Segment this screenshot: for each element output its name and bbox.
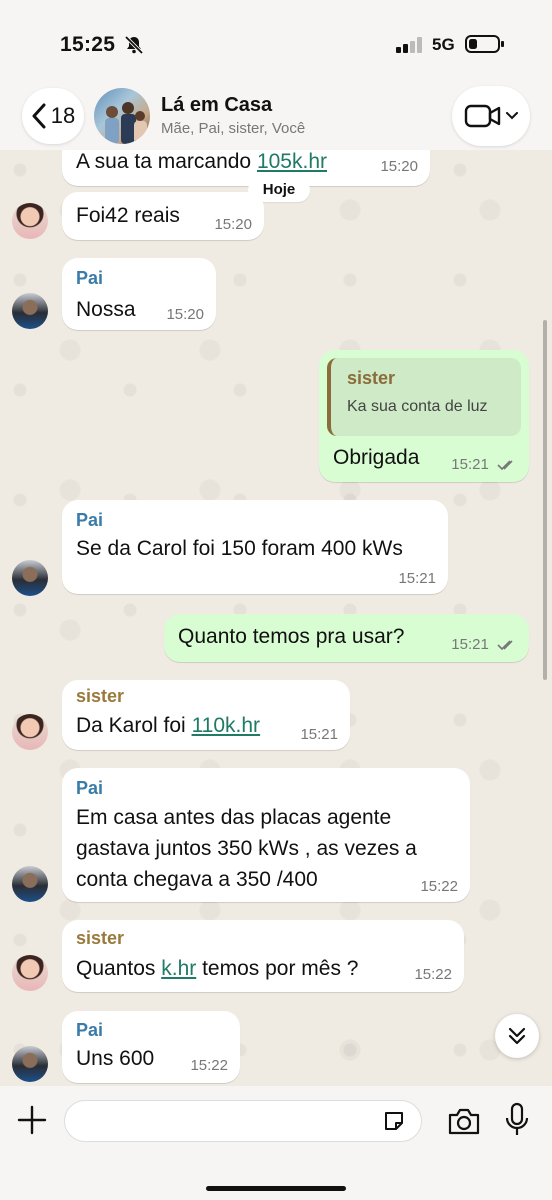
message-link[interactable]: 105k.hr (257, 150, 327, 173)
message-bubble[interactable]: Pai Em casa antes das placas agente gast… (62, 768, 470, 902)
message-bubble[interactable]: Foi42 reais 15:20 (62, 192, 264, 240)
message-text: Se da Carol foi 150 foram 400 kWs (76, 537, 403, 560)
sender-name[interactable]: Pai (76, 268, 103, 289)
sender-name[interactable]: Pai (76, 778, 103, 799)
message-time: 15:22 (190, 1057, 228, 1074)
avatar[interactable] (12, 203, 48, 239)
message-text: Obrigada (333, 446, 420, 469)
sticker-icon[interactable] (382, 1109, 406, 1133)
plus-icon[interactable] (16, 1104, 48, 1136)
message-text: Nossa (76, 298, 136, 321)
avatar[interactable] (12, 293, 48, 329)
chat-title[interactable]: Lá em Casa (161, 94, 272, 117)
chevron-down-icon (506, 112, 518, 120)
participants-list[interactable]: Mãe, Pai, sister, Você (161, 120, 305, 137)
message-bubble[interactable]: Pai Nossa 15:20 (62, 258, 216, 330)
message-text: Quanto temos pra usar? (178, 625, 405, 648)
message-text: Quantos k.hr temos por mês ? (76, 957, 359, 980)
home-indicator[interactable] (206, 1186, 346, 1191)
message-text: A sua ta marcando 105k.hr (76, 150, 327, 173)
chevron-left-icon (32, 103, 46, 129)
sender-name[interactable]: sister (76, 686, 124, 707)
message-time: 15:20 (214, 216, 252, 233)
network-type: 5G (432, 35, 455, 54)
message-time: 15:20 (166, 306, 204, 323)
signal-icon (396, 37, 422, 53)
avatar[interactable] (12, 1046, 48, 1082)
sender-name[interactable]: Pai (76, 1020, 103, 1041)
quote-sender: sister (347, 368, 396, 388)
message-bubble[interactable]: Pai Uns 600 15:22 (62, 1011, 240, 1083)
message-time: 15:22 (420, 878, 458, 895)
message-time: 15:21 (451, 456, 517, 473)
clock: 15:25 (60, 33, 116, 56)
double-check-icon (497, 640, 513, 651)
message-bubble[interactable]: sister Quantos k.hr temos por mês ? 15:2… (62, 920, 464, 992)
avatar[interactable] (12, 560, 48, 596)
chat-header: 18 Lá em Casa Mãe, Pai, sister, Você (0, 80, 552, 160)
message-time: 15:20 (380, 158, 418, 175)
message-text: Uns 600 (76, 1047, 155, 1070)
message-time: 15:21 (398, 570, 436, 587)
message-bubble[interactable]: Pai Se da Carol foi 150 foram 400 kWs 15… (62, 500, 448, 594)
unread-count: 18 (50, 103, 76, 128)
sender-name[interactable]: Pai (76, 510, 103, 531)
camera-icon[interactable] (447, 1107, 481, 1135)
avatar[interactable] (12, 714, 48, 750)
status-bar: 15:25 5G (0, 0, 552, 90)
message-link[interactable]: k.hr (161, 957, 196, 980)
message-text: Em casa antes das placas agente gastava … (76, 806, 417, 891)
message-composer (0, 1086, 552, 1200)
avatar[interactable] (12, 866, 48, 902)
video-call-button[interactable] (452, 86, 530, 146)
message-bubble[interactable]: sister Ka sua conta de luz Obrigada 15:2… (319, 350, 529, 482)
message-input[interactable] (64, 1100, 422, 1142)
message-text: Foi42 reais (76, 204, 180, 227)
bell-slash-icon (124, 35, 144, 55)
quote-text: Ka sua conta de luz (347, 398, 488, 415)
avatar[interactable] (12, 955, 48, 991)
message-list[interactable]: A sua ta marcando 105k.hr 15:20 Hoje Foi… (0, 150, 552, 1090)
message-text: Da Karol foi 110k.hr (76, 714, 261, 737)
group-avatar[interactable] (94, 88, 150, 144)
video-camera-icon (464, 104, 501, 128)
scrollbar[interactable] (543, 320, 547, 680)
double-chevron-down-icon (508, 1027, 526, 1045)
scroll-to-bottom-button[interactable] (495, 1014, 539, 1058)
battery-icon (465, 35, 504, 53)
message-link[interactable]: 110k.hr (192, 714, 261, 737)
message-bubble[interactable]: sister Da Karol foi 110k.hr 15:21 (62, 680, 350, 750)
back-button[interactable]: 18 (22, 88, 84, 144)
message-bubble[interactable]: A sua ta marcando 105k.hr 15:20 (62, 150, 430, 186)
message-bubble[interactable]: Quanto temos pra usar? 15:21 (164, 614, 529, 662)
sender-name[interactable]: sister (76, 928, 124, 949)
message-time: 15:21 (300, 726, 338, 743)
message-time: 15:22 (414, 966, 452, 983)
microphone-icon[interactable] (504, 1102, 530, 1138)
message-time: 15:21 (451, 636, 517, 653)
double-check-icon (497, 460, 513, 471)
quoted-message[interactable]: sister Ka sua conta de luz (327, 358, 521, 436)
